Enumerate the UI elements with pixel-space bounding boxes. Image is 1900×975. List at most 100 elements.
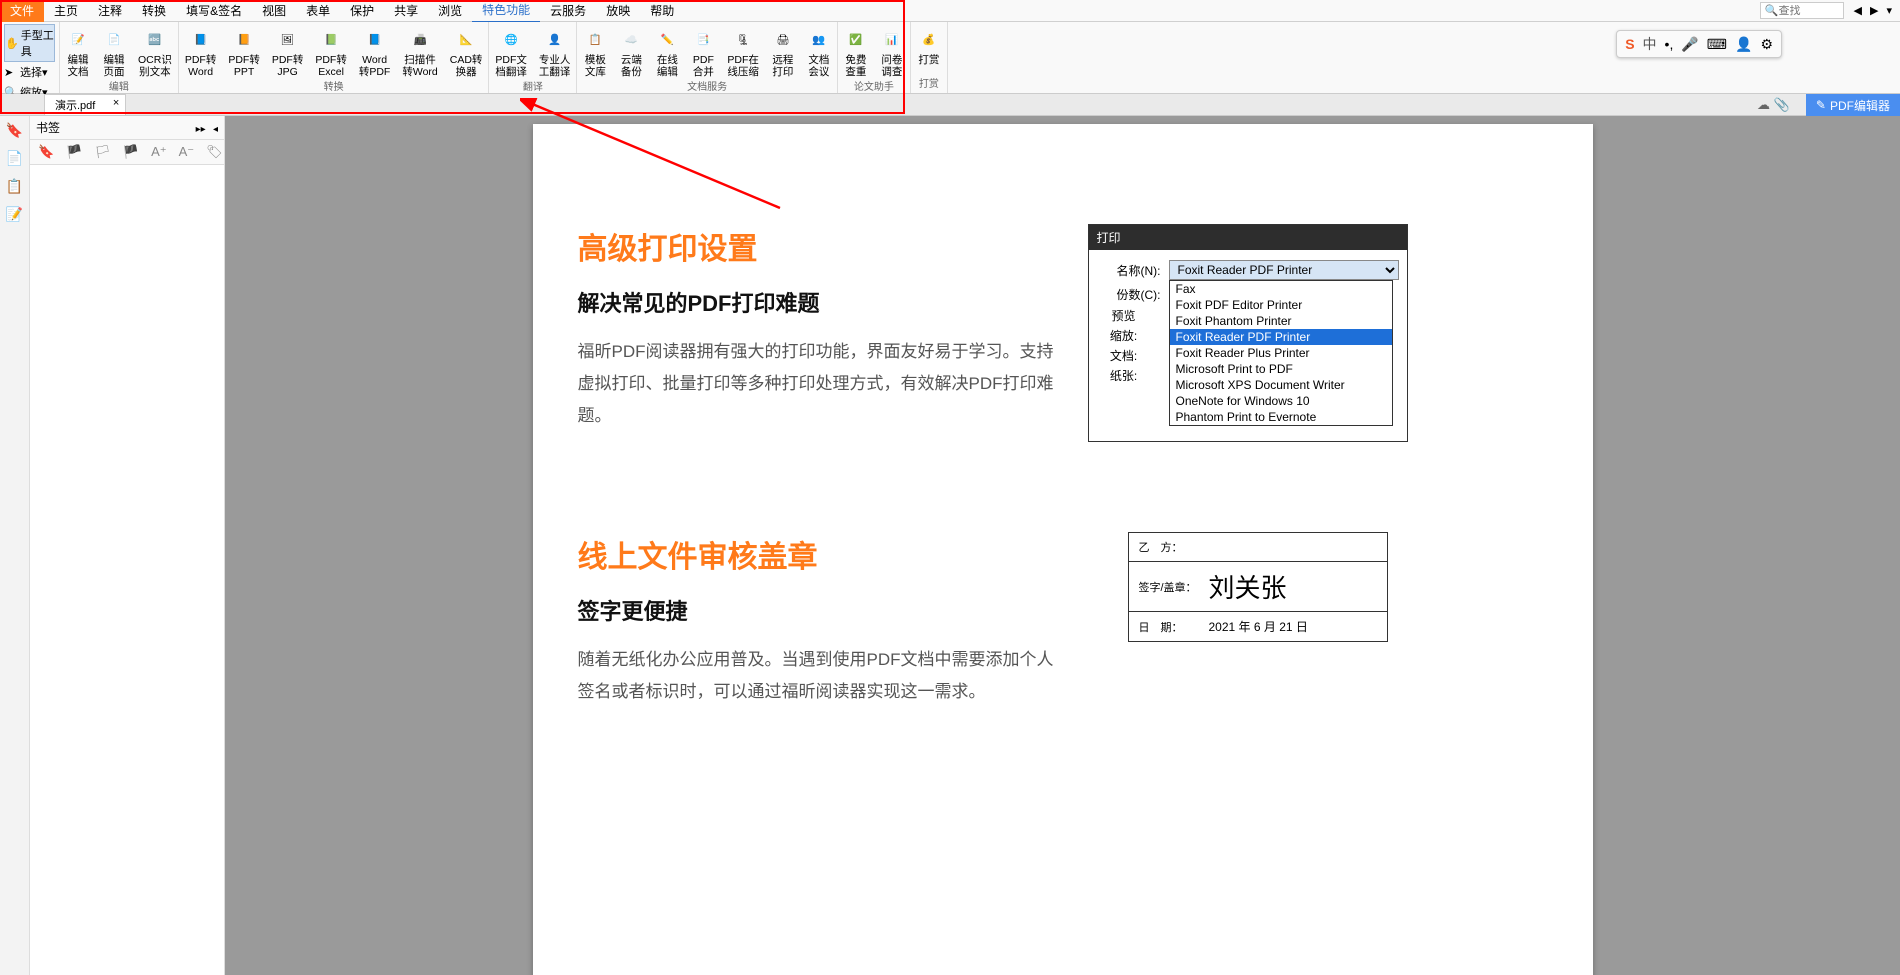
- pdf-to-excel-button[interactable]: 📗PDF转 Excel: [309, 24, 353, 78]
- panel-collapse-icon[interactable]: ▸▸: [196, 124, 206, 135]
- printer-select[interactable]: Foxit Reader PDF Printer: [1169, 260, 1399, 280]
- printer-opt-readerplus[interactable]: Foxit Reader Plus Printer: [1170, 345, 1392, 361]
- menu-file[interactable]: 文件: [0, 0, 44, 22]
- print-side-labels: 预览 缩放: 文档: 纸张:: [1089, 306, 1159, 386]
- printer-opt-evernote[interactable]: Phantom Print to Evernote: [1170, 409, 1392, 425]
- bookmark-tab-icon[interactable]: 🔖: [6, 122, 24, 140]
- search-icon: 🔍: [1765, 4, 1779, 17]
- chevron-right-icon[interactable]: ▶: [1868, 4, 1880, 17]
- template-icon: 📋: [583, 28, 607, 52]
- scan-to-word-button[interactable]: 📠扫描件 转Word: [396, 24, 443, 78]
- remote-print-button[interactable]: 🖨远程 打印: [765, 24, 801, 78]
- menu-special[interactable]: 特色功能: [472, 0, 540, 23]
- cloud-sync-icon[interactable]: ☁: [1757, 97, 1770, 113]
- ime-keyboard-icon[interactable]: ⌨: [1707, 36, 1727, 53]
- clipboard-icon[interactable]: 📋: [6, 178, 24, 196]
- menu-protect[interactable]: 保护: [340, 0, 384, 22]
- bm-mark-icon[interactable]: 🏷: [206, 144, 223, 160]
- select-tool[interactable]: ➤选择 ▾: [4, 62, 55, 82]
- signature-name: 刘关张: [1209, 568, 1287, 605]
- menu-convert[interactable]: 转换: [132, 0, 176, 22]
- bm-flag1-icon[interactable]: 🏴: [66, 144, 82, 160]
- ime-lang[interactable]: 中: [1643, 34, 1657, 54]
- menu-browse[interactable]: 浏览: [428, 0, 472, 22]
- menu-fill[interactable]: 填写&签名: [176, 0, 252, 22]
- check-icon: ✅: [844, 28, 868, 52]
- chevron-down-icon[interactable]: ▾: [1884, 4, 1894, 17]
- add-bookmark-icon[interactable]: 🔖: [38, 144, 54, 160]
- reward-button[interactable]: 💰打赏: [911, 24, 947, 75]
- doc-meeting-button[interactable]: 👥文档 会议: [801, 24, 837, 78]
- ribbon: ✋手型工具 ➤选择 ▾ 🔍缩放 ▾ 工具 📝编辑 文档 📄编辑 页面 🔤OCR识…: [0, 22, 1900, 94]
- cursor-icon: ➤: [4, 66, 18, 78]
- menu-cloud[interactable]: 云服务: [540, 0, 596, 22]
- translate-group-label: 翻译: [489, 78, 576, 94]
- pdf-translate-button[interactable]: 🌐PDF文 档翻译: [489, 24, 533, 78]
- ime-punct-icon[interactable]: •,: [1665, 36, 1674, 52]
- edit-group-label: 编辑: [60, 78, 178, 94]
- font-smaller-icon[interactable]: A⁻: [179, 144, 195, 160]
- font-bigger-icon[interactable]: A⁺: [151, 144, 167, 160]
- ribbon-reward-group: 💰打赏 打赏: [911, 22, 948, 93]
- menu-home[interactable]: 主页: [44, 0, 88, 22]
- cad-convert-button[interactable]: 📐CAD转 换器: [444, 24, 489, 78]
- pdf-editor-button[interactable]: ✎ PDF编辑器: [1806, 94, 1900, 116]
- excel-icon: 📗: [319, 28, 343, 52]
- ime-toolbar[interactable]: S 中 •, 🎤 ⌨ 👤 ⚙: [1616, 30, 1782, 58]
- pdf-to-word-button[interactable]: 📘PDF转 Word: [179, 24, 223, 78]
- printer-opt-mspdf[interactable]: Microsoft Print to PDF: [1170, 361, 1392, 377]
- ime-user-icon[interactable]: 👤: [1735, 36, 1752, 53]
- printer-opt-editor[interactable]: Foxit PDF Editor Printer: [1170, 297, 1392, 313]
- page-thumbs-icon[interactable]: 📄: [6, 150, 24, 168]
- close-tab-icon[interactable]: ×: [113, 97, 119, 109]
- free-check-button[interactable]: ✅免费 查重: [838, 24, 874, 78]
- menu-view[interactable]: 视图: [252, 0, 296, 22]
- ribbon-thesis-group: ✅免费 查重 📊问卷 调查 论文助手: [838, 22, 911, 93]
- pro-translate-button[interactable]: 👤专业人 工翻译: [533, 24, 577, 78]
- printer-opt-phantom[interactable]: Foxit Phantom Printer: [1170, 313, 1392, 329]
- chevron-left-icon[interactable]: ◀: [1852, 4, 1864, 17]
- search-input[interactable]: [1779, 5, 1839, 17]
- note-icon[interactable]: 📝: [6, 206, 24, 224]
- printer-opt-xps[interactable]: Microsoft XPS Document Writer: [1170, 377, 1392, 393]
- pen-icon: ✎: [1816, 98, 1826, 112]
- panel-menu-icon[interactable]: ◂: [213, 124, 218, 135]
- printer-opt-reader[interactable]: Foxit Reader PDF Printer: [1170, 329, 1392, 345]
- menu-table[interactable]: 表单: [296, 0, 340, 22]
- ime-settings-icon[interactable]: ⚙: [1760, 36, 1773, 53]
- ribbon-edit-group: 📝编辑 文档 📄编辑 页面 🔤OCR识 别文本 编辑: [60, 22, 179, 93]
- printer-opt-onenote[interactable]: OneNote for Windows 10: [1170, 393, 1392, 409]
- menu-annot[interactable]: 注释: [88, 0, 132, 22]
- attachment-icon[interactable]: 📎: [1774, 97, 1790, 113]
- edit-doc-button[interactable]: 📝编辑 文档: [60, 24, 96, 78]
- edit-page-button[interactable]: 📄编辑 页面: [96, 24, 132, 78]
- search-box[interactable]: 🔍: [1760, 2, 1844, 19]
- document-tab[interactable]: 演示.pdf ×: [44, 94, 126, 115]
- translate-icon: 🌐: [499, 28, 523, 52]
- ime-mic-icon[interactable]: 🎤: [1681, 36, 1698, 53]
- printer-dropdown[interactable]: Fax Foxit PDF Editor Printer Foxit Phant…: [1169, 280, 1393, 426]
- ribbon-docservice-group: 📋模板 文库 ☁️云端 备份 ✏️在线 编辑 📑PDF 合并 🗜PDF在 线压缩…: [577, 22, 838, 93]
- bm-flag3-icon[interactable]: 🏴: [123, 144, 139, 160]
- cloud-backup-button[interactable]: ☁️云端 备份: [613, 24, 649, 78]
- document-tab-label: 演示.pdf: [55, 100, 95, 112]
- ribbon-convert-group: 📘PDF转 Word 📙PDF转 PPT 🖼PDF转 JPG 📗PDF转 Exc…: [179, 22, 490, 93]
- menu-slide[interactable]: 放映: [596, 0, 640, 22]
- word-to-pdf-button[interactable]: 📘Word 转PDF: [353, 24, 397, 78]
- survey-button[interactable]: 📊问卷 调查: [874, 24, 910, 78]
- menu-share[interactable]: 共享: [384, 0, 428, 22]
- pdf-to-jpg-button[interactable]: 🖼PDF转 JPG: [266, 24, 310, 78]
- menu-help[interactable]: 帮助: [640, 0, 684, 22]
- meeting-icon: 👥: [807, 28, 831, 52]
- bookmark-toolbar: 🔖 🏴 🏳 🏴 A⁺ A⁻ 🏷: [30, 140, 224, 165]
- template-lib-button[interactable]: 📋模板 文库: [577, 24, 613, 78]
- document-viewer[interactable]: 高级打印设置 解决常见的PDF打印难题 福昕PDF阅读器拥有强大的打印功能，界面…: [225, 116, 1900, 975]
- pdf-to-ppt-button[interactable]: 📙PDF转 PPT: [222, 24, 266, 78]
- pdf-merge-button[interactable]: 📑PDF 合并: [685, 24, 721, 78]
- bm-flag2-icon[interactable]: 🏳: [94, 144, 111, 160]
- hand-tool[interactable]: ✋手型工具: [4, 24, 55, 62]
- pdf-compress-button[interactable]: 🗜PDF在 线压缩: [721, 24, 765, 78]
- ocr-button[interactable]: 🔤OCR识 别文本: [132, 24, 178, 78]
- printer-opt-fax[interactable]: Fax: [1170, 281, 1392, 297]
- online-edit-button[interactable]: ✏️在线 编辑: [649, 24, 685, 78]
